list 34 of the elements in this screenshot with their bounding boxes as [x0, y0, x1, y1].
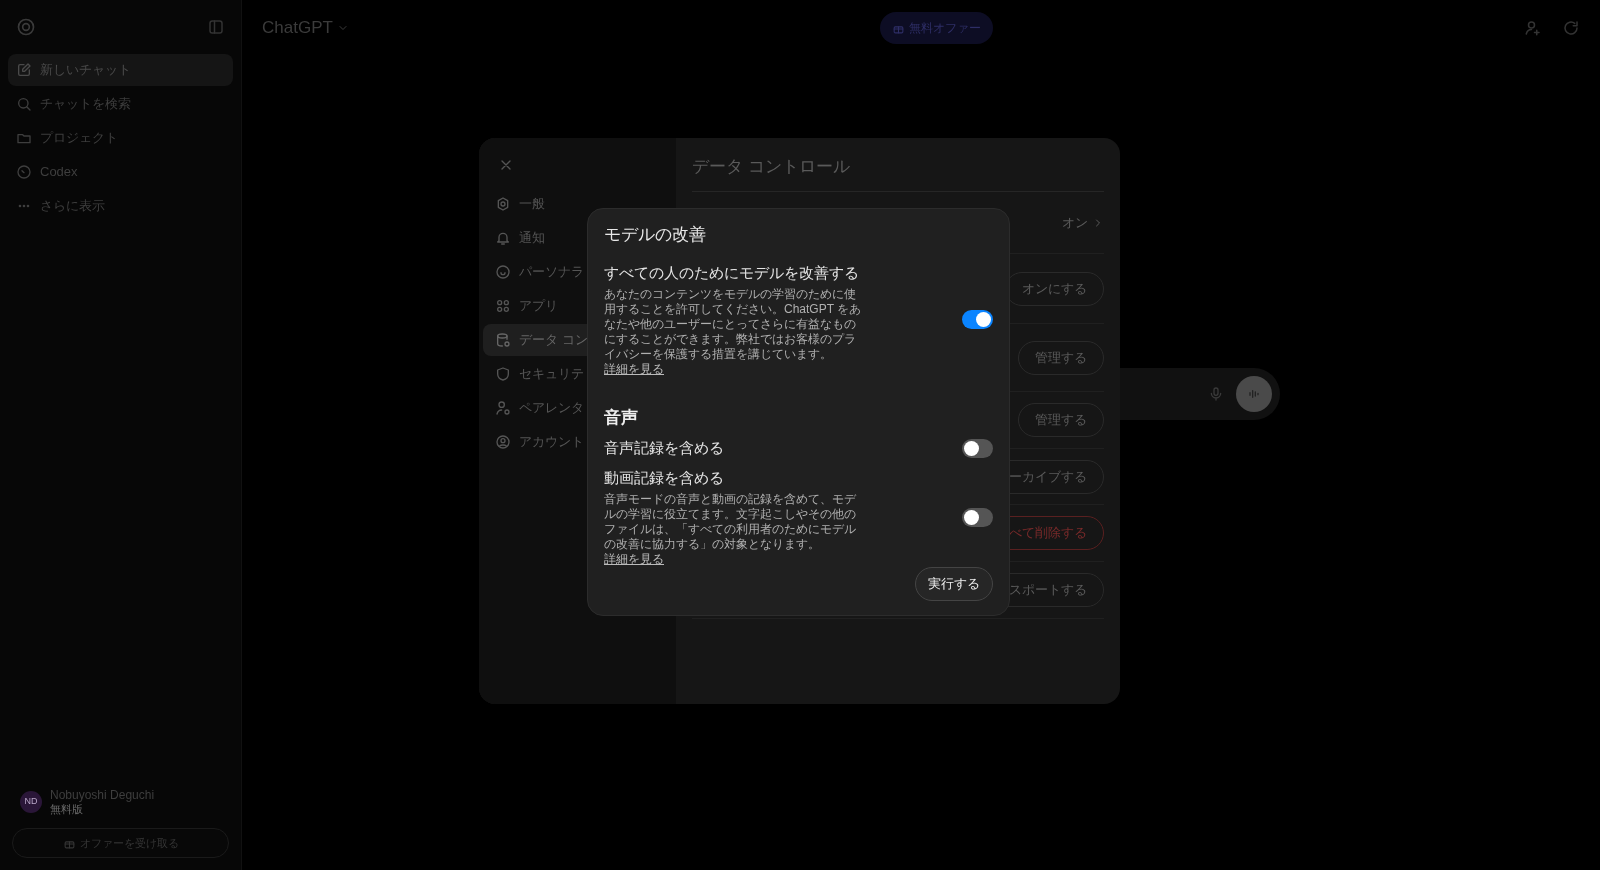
smile-icon — [495, 264, 511, 280]
avatar: ND — [20, 791, 42, 813]
account-icon — [495, 434, 511, 450]
database-icon — [495, 332, 511, 348]
refresh-icon[interactable] — [1562, 19, 1580, 37]
learn-more-link[interactable]: 詳細を見る — [604, 552, 664, 566]
edit-icon — [16, 62, 32, 78]
person-icon — [495, 400, 511, 416]
shield-icon — [495, 366, 511, 382]
settings-title: データ コントロール — [692, 155, 850, 178]
logo-icon — [16, 17, 36, 37]
person-add-icon[interactable] — [1524, 19, 1542, 37]
setting-value-link[interactable]: オン — [1062, 212, 1104, 233]
voice-button[interactable] — [1236, 376, 1272, 412]
clock-icon — [16, 164, 32, 180]
plan-label: 無料版 — [50, 803, 84, 816]
model-selector[interactable]: ChatGPT — [262, 15, 349, 41]
sidebar-toggle-icon[interactable] — [207, 18, 225, 36]
search-icon — [16, 96, 32, 112]
setting-label: 動画記録を含める — [604, 468, 725, 488]
microphone-icon[interactable] — [1208, 386, 1224, 402]
toggle-switch[interactable] — [962, 310, 993, 329]
toggle-switch[interactable] — [962, 508, 993, 527]
setting-label: 音声記録を含める — [604, 438, 724, 458]
bell-icon — [495, 230, 511, 246]
grid-icon — [495, 298, 511, 314]
learn-more-link[interactable]: 詳細を見る — [604, 361, 664, 376]
dialog-title: モデルの改善 — [604, 224, 707, 246]
run-button[interactable]: 実行する — [915, 567, 993, 601]
settings-icon — [495, 196, 511, 212]
section-heading: 音声 — [604, 406, 639, 429]
setting-label: すべての人のためにモデルを改善する — [604, 262, 860, 283]
toggle-switch[interactable] — [962, 438, 993, 458]
setting-description: 音声モードの音声と動画の記録を含めて、モデルの学習に役立てます。文字起こしやその他のファイルは、「すべての利用者のためにモデルの改善に協力する」の対象となります。 詳細を見る — [604, 492, 857, 567]
